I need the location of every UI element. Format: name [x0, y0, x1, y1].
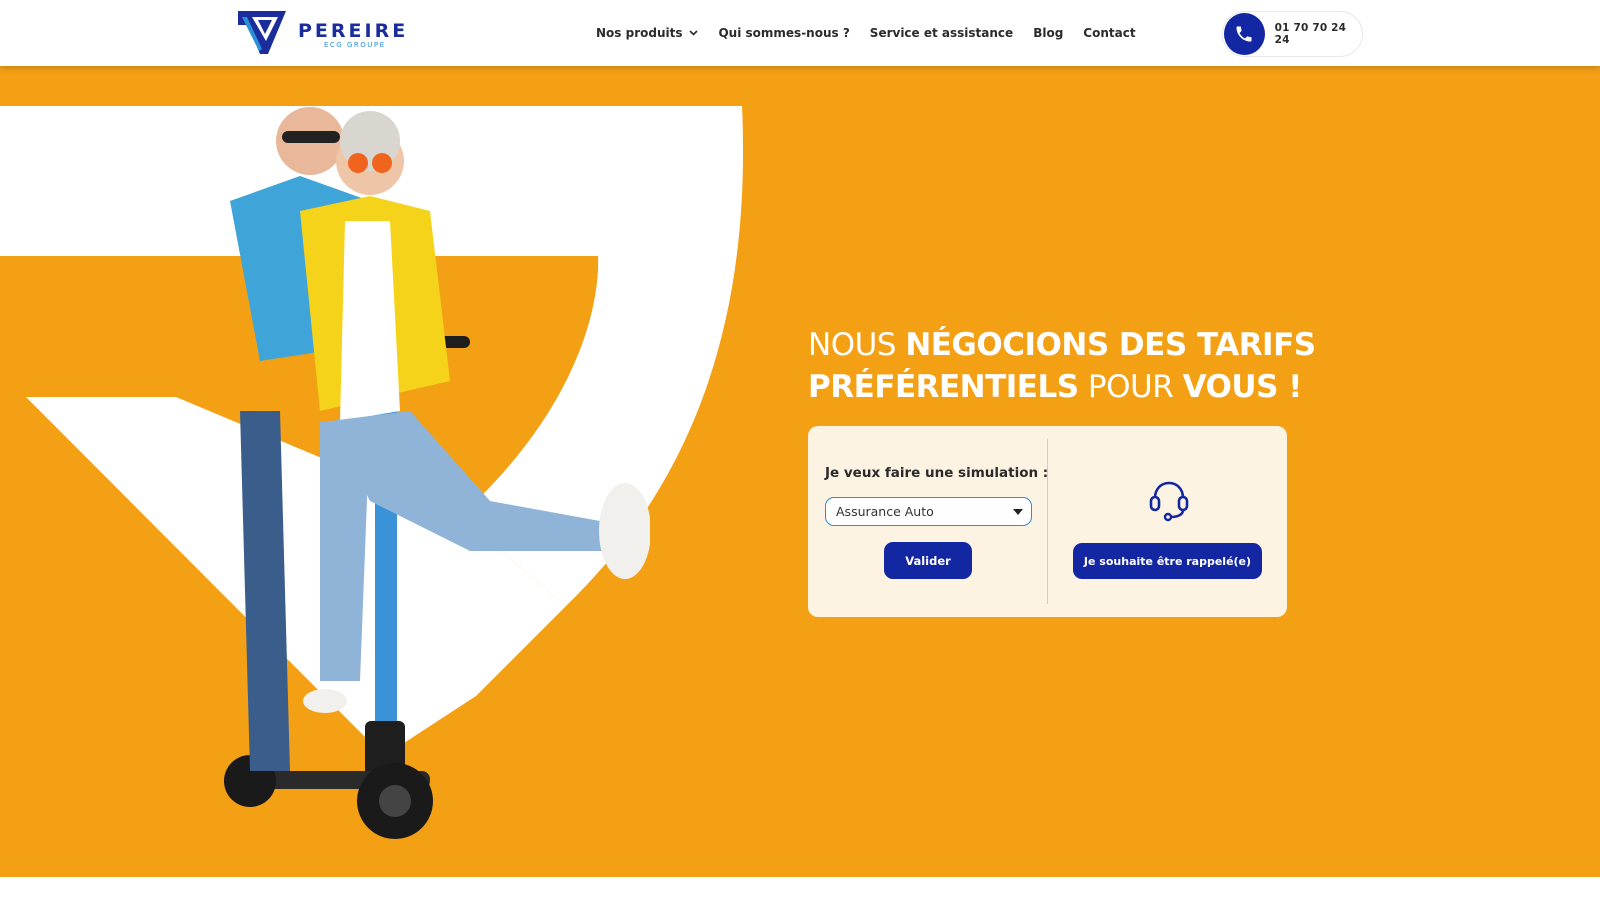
- logo-name: PEREIRE: [298, 20, 409, 42]
- headline-part: NOUS: [808, 327, 906, 363]
- validate-button[interactable]: Valider: [884, 542, 972, 579]
- hero-headline: NOUS NÉGOCIONS DES TARIFS PRÉFÉRENTIELS …: [808, 324, 1328, 408]
- phone-icon-circle: [1224, 13, 1265, 55]
- nav-item-label: Service et assistance: [869, 26, 1014, 40]
- headset-icon: [1149, 481, 1189, 522]
- phone-number: 01 70 70 24 24: [1274, 22, 1347, 46]
- headline-part: POUR: [1078, 369, 1183, 405]
- nav-item-products[interactable]: Nos produits: [596, 26, 699, 40]
- nav-item-label: Blog: [1033, 26, 1064, 40]
- site-header: PEREIRE ECG GROUPE Nos produits Qui somm…: [0, 0, 1600, 66]
- headline-part: VOUS !: [1182, 369, 1303, 405]
- callback-button[interactable]: Je souhaite être rappelé(e): [1073, 543, 1262, 579]
- logo-subtitle: ECG GROUPE: [324, 41, 386, 49]
- nav-item-contact[interactable]: Contact: [1083, 26, 1135, 40]
- nav-item-service[interactable]: Service et assistance: [870, 26, 1013, 40]
- caret-down-icon: [1013, 509, 1023, 515]
- nav-item-label: Nos produits: [596, 26, 683, 40]
- main-nav: Nos produits Qui sommes-nous ? Service e…: [596, 0, 1156, 66]
- nav-item-blog[interactable]: Blog: [1033, 26, 1063, 40]
- chevron-down-icon: [689, 30, 699, 36]
- hero-section: NOUS NÉGOCIONS DES TARIFS PRÉFÉRENTIELS …: [0, 66, 1600, 877]
- nav-item-label: Contact: [1083, 26, 1136, 40]
- nav-item-label: Qui sommes-nous ?: [718, 26, 850, 40]
- nav-item-about[interactable]: Qui sommes-nous ?: [718, 26, 849, 40]
- select-value: Assurance Auto: [836, 504, 934, 519]
- couple-on-scooter-image: [224, 107, 650, 839]
- phone-icon: [1236, 26, 1252, 42]
- logo[interactable]: PEREIRE ECG GROUPE: [238, 11, 418, 55]
- phone-button[interactable]: 01 70 70 24 24: [1222, 11, 1363, 57]
- simulation-label: Je veux faire une simulation :: [825, 465, 1049, 481]
- card-divider: [1047, 439, 1048, 604]
- simulation-card: Je veux faire une simulation : Assurance…: [808, 426, 1287, 617]
- logo-mark-icon: [238, 11, 286, 54]
- insurance-type-select[interactable]: Assurance Auto: [825, 497, 1032, 526]
